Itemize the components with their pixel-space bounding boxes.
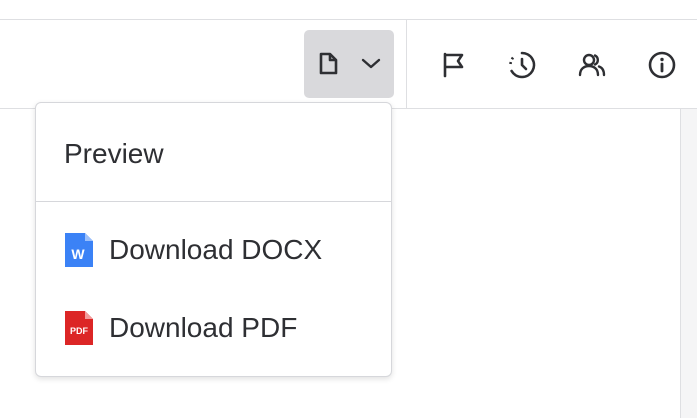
menu-item-download-docx[interactable]: W Download DOCX [36, 220, 391, 280]
menu-item-label: Download DOCX [109, 234, 323, 265]
svg-text:W: W [71, 246, 85, 262]
info-icon[interactable] [647, 50, 677, 80]
document-export-button[interactable] [304, 30, 394, 98]
chevron-down-icon [361, 58, 381, 69]
top-strip [0, 0, 697, 20]
word-file-icon: W [65, 233, 93, 267]
menu-separator [36, 201, 391, 202]
history-icon[interactable] [507, 50, 537, 80]
menu-item-label: Preview [64, 138, 164, 169]
toolbar-divider [406, 20, 407, 108]
file-icon [319, 52, 338, 75]
pdf-file-icon: PDF [65, 311, 93, 345]
users-icon[interactable] [577, 50, 607, 80]
menu-item-download-pdf[interactable]: PDF Download PDF [36, 298, 391, 358]
svg-text:PDF: PDF [70, 326, 89, 336]
menu-item-label: Download PDF [109, 312, 298, 343]
export-dropdown-menu: Preview W Download DOCX PDF Download PDF [35, 102, 392, 377]
menu-item-preview[interactable]: Preview [36, 124, 391, 184]
flag-icon[interactable] [438, 50, 468, 80]
document-toolbar [0, 20, 697, 109]
